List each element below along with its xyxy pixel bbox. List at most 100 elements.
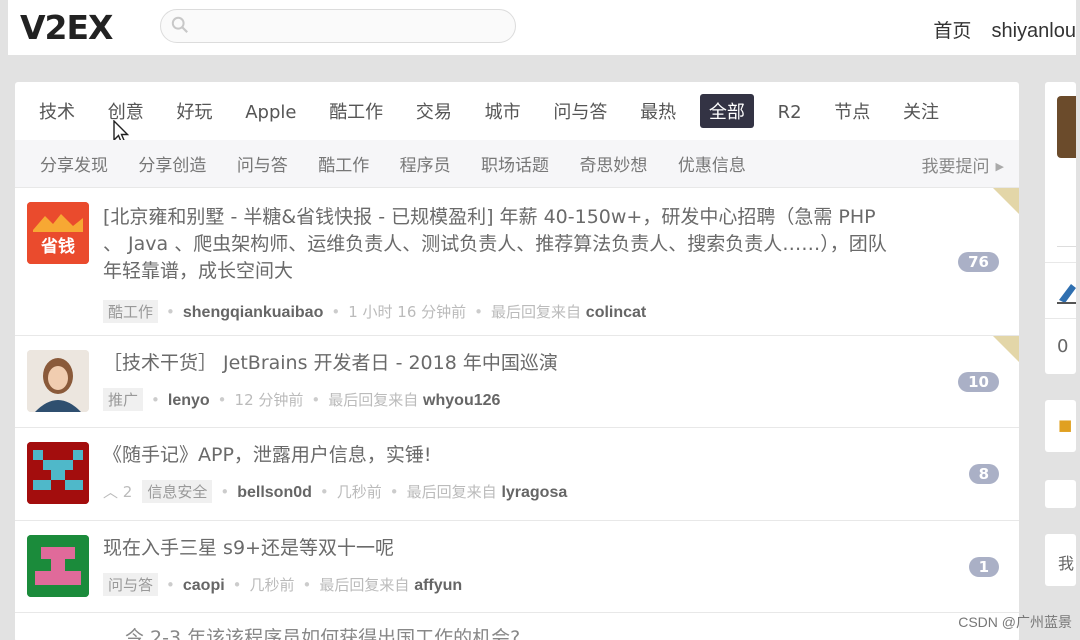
topic-row: 现在入手三星 s9+还是等双十一呢 问与答 • caopi • 几秒前 • 最后回复来自 a… <box>15 521 1019 613</box>
separator-dot: • <box>166 576 175 594</box>
last-reply-author[interactable]: lyragosa <box>501 484 567 501</box>
node-tag[interactable]: 问与答 <box>103 573 159 596</box>
topic-meta: 问与答 • caopi • 几秒前 • 最后回复来自 affyun <box>103 573 462 596</box>
vote-count: 2 <box>122 483 133 501</box>
tab-city[interactable]: 城市 <box>476 94 530 128</box>
tab-apple[interactable]: Apple <box>236 98 305 127</box>
sub-tabs: 分享发现 分享创造 问与答 酷工作 程序员 职场话题 奇思妙想 优惠信息 我要提… <box>15 140 1019 188</box>
subtab-item[interactable]: 酷工作 <box>318 151 369 176</box>
reply-count[interactable]: 10 <box>958 372 999 392</box>
tab-tech[interactable]: 技术 <box>30 94 84 128</box>
topic-row: ［技术干货］ JetBrains 开发者日 - 2018 年中国巡演 推广 • le… <box>15 336 1019 428</box>
node-tag[interactable]: 推广 <box>103 388 144 411</box>
sidebar-text-box: 我 <box>1045 534 1076 586</box>
last-reply-label: 最后回复来自 <box>406 483 497 501</box>
node-tag[interactable]: 酷工作 <box>103 300 159 323</box>
corner-flag <box>993 336 1019 362</box>
last-reply-label: 最后回复来自 <box>319 576 410 594</box>
avatar[interactable]: 省钱 <box>27 202 89 264</box>
sidebar-box <box>1045 480 1076 508</box>
topic-row: 省钱 [北京雍和别墅 - 半糖&省钱快报 - 已规模盈利] 年薪 40-150w… <box>15 188 1019 336</box>
topic-time: 几秒前 <box>336 483 382 501</box>
author-link[interactable]: bellson0d <box>237 484 312 501</box>
tab-follow[interactable]: 关注 <box>894 94 948 128</box>
reply-count[interactable]: 1 <box>968 557 999 577</box>
avatar-image <box>27 535 89 597</box>
topic-title[interactable]: [北京雍和别墅 - 半糖&省钱快报 - 已规模盈利] 年薪 40-150w+，研… <box>103 204 893 285</box>
ask-question-link[interactable]: 我要提问 ▶ <box>922 152 1004 177</box>
topic-row: 《随手记》APP，泄露用户信息，实锤! ︿ 2 信息安全 • bellson0d • 几秒… <box>15 428 1019 521</box>
tab-qna[interactable]: 问与答 <box>544 94 616 128</box>
last-reply-author[interactable]: colincat <box>586 304 646 321</box>
corner-flag <box>993 188 1019 214</box>
avatar-image: 省钱 <box>27 202 89 264</box>
topic-title[interactable]: ［技术干货］ JetBrains 开发者日 - 2018 年中国巡演 <box>103 350 558 377</box>
tab-deals[interactable]: 交易 <box>407 94 461 128</box>
separator-dot: • <box>166 303 175 321</box>
last-reply-author[interactable]: affyun <box>414 577 462 594</box>
tab-r2[interactable]: R2 <box>769 98 811 127</box>
avatar-image <box>27 442 89 504</box>
top-nav: 首页 shiyanlou <box>919 16 1076 43</box>
subtab-item[interactable]: 职场话题 <box>481 151 549 176</box>
separator-dot: • <box>319 483 329 501</box>
tab-jobs[interactable]: 酷工作 <box>320 94 392 128</box>
subtab-item[interactable]: 优惠信息 <box>678 151 746 176</box>
topic-time: 12 分钟前 <box>234 391 304 409</box>
ask-question-label: 我要提问 <box>921 157 990 177</box>
main-box: 技术 创意 好玩 Apple 酷工作 交易 城市 问与答 最热 全部 R2 节点… <box>15 82 1019 640</box>
avatar[interactable] <box>27 350 89 412</box>
topic-title[interactable]: 《随手记》APP，泄露用户信息，实锤! <box>103 442 432 469</box>
author-link[interactable]: lenyo <box>168 392 210 409</box>
author-link[interactable]: caopi <box>183 577 225 594</box>
subtab-item[interactable]: 分享发现 <box>40 151 108 176</box>
topic-row: 今 2-3 年该该程序员如何获得出国工作的机会? <box>15 613 1019 640</box>
subtab-item[interactable]: 程序员 <box>400 151 451 176</box>
topic-title[interactable]: 现在入手三星 s9+还是等双十一呢 <box>103 535 394 562</box>
tab-hot[interactable]: 最热 <box>631 94 685 128</box>
subtab-item[interactable]: 奇思妙想 <box>579 151 647 176</box>
nav-home-link[interactable]: 首页 <box>933 20 971 42</box>
topic-meta: ︿ 2 信息安全 • bellson0d • 几秒前 • 最后回复来自 lyragosa <box>103 480 567 503</box>
avatar-text: 省钱 <box>40 236 75 257</box>
separator-dot: • <box>302 576 312 594</box>
tab-nodes[interactable]: 节点 <box>825 94 879 128</box>
author-link[interactable]: shengqiankuaibao <box>183 304 323 321</box>
tab-play[interactable]: 好玩 <box>167 94 221 128</box>
topic-meta: 推广 • lenyo • 12 分钟前 • 最后回复来自 whyou126 <box>103 388 500 411</box>
separator-dot: • <box>311 391 321 409</box>
reply-count[interactable]: 76 <box>958 252 999 272</box>
topic-time: 1 小时 16 分钟前 <box>348 303 467 321</box>
site-logo[interactable]: V2EX <box>20 8 113 47</box>
node-tabs: 技术 创意 好玩 Apple 酷工作 交易 城市 问与答 最热 全部 R2 节点… <box>15 82 1019 145</box>
last-reply-author[interactable]: whyou126 <box>423 392 500 409</box>
topic-meta: 酷工作 • shengqiankuaibao • 1 小时 16 分钟前 • 最后回复来自 … <box>103 300 646 323</box>
search-input[interactable] <box>160 9 516 43</box>
last-reply-label: 最后回复来自 <box>328 391 419 409</box>
avatar[interactable] <box>27 535 89 597</box>
divider <box>1045 318 1076 319</box>
gift-icon[interactable]: ■ <box>1058 416 1072 434</box>
top-bar: V2EX 首页 shiyanlou <box>8 0 1076 56</box>
sidebar-gift-box: ■ <box>1045 400 1076 452</box>
nav-user-link[interactable]: shiyanlou <box>991 20 1076 42</box>
separator-dot: • <box>232 576 242 594</box>
separator-dot: • <box>151 391 160 409</box>
divider <box>1045 262 1076 263</box>
tab-all[interactable]: 全部 <box>699 94 754 128</box>
separator-dot: • <box>217 391 227 409</box>
separator-dot: • <box>474 303 483 321</box>
upvote-icon[interactable]: ︿ <box>103 483 118 501</box>
reply-count[interactable]: 8 <box>968 464 999 484</box>
user-avatar[interactable] <box>1057 96 1076 158</box>
chevron-right-icon: ▶ <box>995 160 1004 173</box>
topic-time: 几秒前 <box>249 576 295 594</box>
topic-title[interactable]: 今 2-3 年该该程序员如何获得出国工作的机会? <box>125 625 520 640</box>
avatar[interactable] <box>27 442 89 504</box>
sidebar-count[interactable]: 0 <box>1057 336 1068 357</box>
pencil-icon[interactable] <box>1057 278 1076 304</box>
subtab-item[interactable]: 分享创造 <box>138 151 206 176</box>
divider <box>1057 246 1076 247</box>
subtab-item[interactable]: 问与答 <box>237 151 288 176</box>
node-tag[interactable]: 信息安全 <box>142 480 213 503</box>
